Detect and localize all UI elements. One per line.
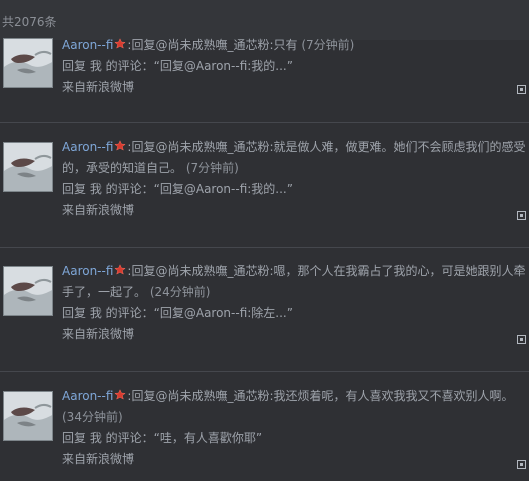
reply-quote-link[interactable]: “回复@Aaron--fi:我的...” xyxy=(154,182,293,196)
comment-text: Aaron--fi :回复@尚未成熟嘸_通芯粉:只有 (7分钟前) xyxy=(62,35,527,56)
reply-quote-link[interactable]: “哇，有人喜歡你耶” xyxy=(154,431,262,445)
avatar-image xyxy=(4,39,52,87)
avatar-image xyxy=(4,392,52,440)
star-badge-icon xyxy=(114,389,127,400)
source-label: 来自新浪微博 xyxy=(62,80,135,94)
avatar[interactable] xyxy=(3,391,53,441)
source-label: 来自新浪微博 xyxy=(62,203,135,217)
comment-text: Aaron--fi:回复@尚未成熟嘸_通芯粉:嗯，那个人在我霸占了我的心，可是她… xyxy=(62,261,527,303)
comment-text: Aaron--fi:回复@尚未成熟嘸_通芯粉:就是做人难，做更难。她们不会顾虑我… xyxy=(62,137,527,179)
comment-time: (34分钟前) xyxy=(62,410,123,424)
reply-context: 回复 我 的评论：“回复@Aaron--fi:除左...” xyxy=(62,303,527,324)
item-menu-icon[interactable] xyxy=(517,335,526,344)
comment-content: :回复@尚未成熟嘸_通芯粉:我还烦着呢，有人喜欢我我又不喜欢别人啊。 xyxy=(127,389,514,403)
avatar-image xyxy=(4,267,52,315)
avatar[interactable] xyxy=(3,266,53,316)
item-menu-icon[interactable] xyxy=(517,211,526,220)
feed-item: Aaron--fi:回复@尚未成熟嘸_通芯粉:嗯，那个人在我霸占了我的心，可是她… xyxy=(0,249,529,372)
reply-label: 回复 我 的评论： xyxy=(62,431,154,445)
comment-time: (7分钟前) xyxy=(185,161,239,175)
reply-context: 回复 我 的评论：“回复@Aaron--fi:我的...” xyxy=(62,56,527,77)
comment-time: (24分钟前) xyxy=(149,285,211,299)
reply-quote-link[interactable]: “回复@Aaron--fi:我的...” xyxy=(154,59,293,73)
comment-text: Aaron--fi :回复@尚未成熟嘸_通芯粉:我还烦着呢，有人喜欢我我又不喜欢别… xyxy=(62,386,527,428)
reply-quote-link[interactable]: “回复@Aaron--fi:除左...” xyxy=(154,306,293,320)
user-name-link[interactable]: Aaron--fi xyxy=(62,264,113,278)
feed-item: Aaron--fi :回复@尚未成熟嘸_通芯粉:只有 (7分钟前) 回复 我 的评… xyxy=(0,32,529,123)
reply-label: 回复 我 的评论： xyxy=(62,59,154,73)
reply-label: 回复 我 的评论： xyxy=(62,182,154,196)
source-label: 来自新浪微博 xyxy=(62,327,135,341)
reply-context: 回复 我 的评论：“回复@Aaron--fi:我的...” xyxy=(62,179,527,200)
item-menu-icon[interactable] xyxy=(517,85,526,94)
avatar[interactable] xyxy=(3,38,53,88)
feed-item: Aaron--fi :回复@尚未成熟嘸_通芯粉:我还烦着呢，有人喜欢我我又不喜欢别… xyxy=(0,374,529,481)
reply-label: 回复 我 的评论： xyxy=(62,306,154,320)
star-badge-icon xyxy=(114,38,127,49)
comment-time: (7分钟前) xyxy=(301,38,355,52)
user-name-link[interactable]: Aaron--fi xyxy=(62,38,113,52)
avatar[interactable] xyxy=(3,142,53,192)
comment-content: :回复@尚未成熟嘸_通芯粉:就是做人难，做更难。她们不会顾虑我们的感受的，承受的… xyxy=(62,140,526,175)
item-menu-icon[interactable] xyxy=(517,460,526,469)
star-badge-icon xyxy=(114,264,127,275)
comment-content: :回复@尚未成熟嘸_通芯粉:只有 xyxy=(127,38,298,52)
star-badge-icon xyxy=(114,140,127,151)
reply-context: 回复 我 的评论：“哇，有人喜歡你耶” xyxy=(62,428,527,449)
user-name-link[interactable]: Aaron--fi xyxy=(62,140,113,154)
user-name-link[interactable]: Aaron--fi xyxy=(62,389,113,403)
total-count: 共2076条 xyxy=(2,15,57,29)
feed-item: Aaron--fi:回复@尚未成熟嘸_通芯粉:就是做人难，做更难。她们不会顾虑我… xyxy=(0,125,529,248)
source-label: 来自新浪微博 xyxy=(62,452,135,466)
avatar-image xyxy=(4,143,52,191)
comment-content: :回复@尚未成熟嘸_通芯粉:嗯，那个人在我霸占了我的心，可是她跟别人牵手了，一起… xyxy=(62,264,526,299)
